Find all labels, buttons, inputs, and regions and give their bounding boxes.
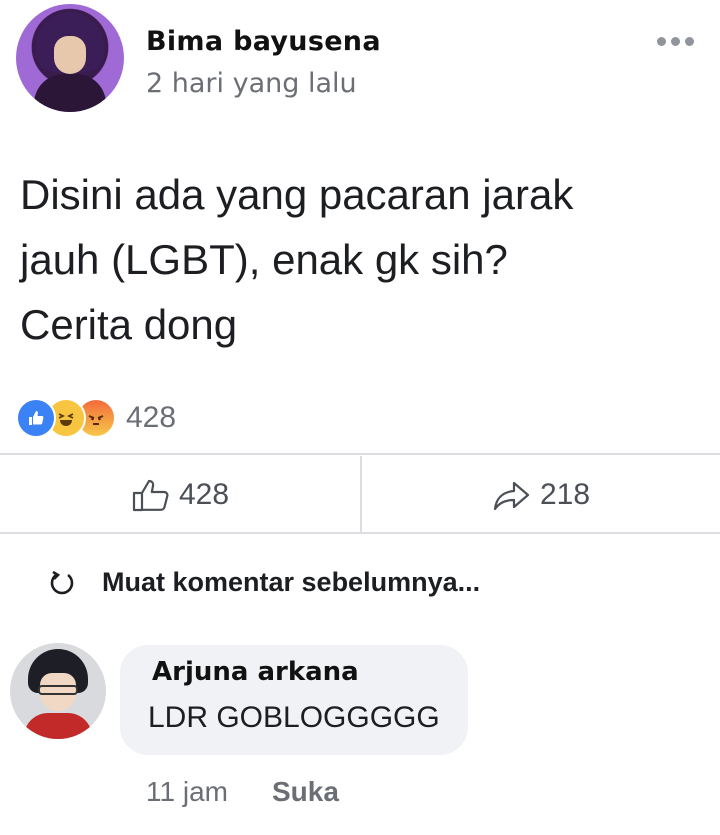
author-avatar[interactable]	[16, 4, 124, 112]
post-text-line: Cerita dong	[20, 301, 238, 348]
post-text: Disini ada yang pacaran jarak jauh (LGBT…	[20, 162, 710, 357]
comment-meta: 11 jam Suka	[146, 776, 339, 808]
action-bar: 428 218	[0, 456, 720, 534]
post-timestamp[interactable]: 2 hari yang lalu	[146, 68, 357, 99]
post-header: Bima bayusena 2 hari yang lalu	[0, 0, 720, 118]
reaction-count: 428	[126, 401, 177, 434]
post-text-line: jauh (LGBT), enak gk sih?	[20, 236, 508, 283]
commenter-avatar[interactable]	[10, 643, 106, 739]
like-count: 428	[178, 478, 230, 511]
thumbs-up-icon	[132, 479, 169, 512]
author-name[interactable]: Bima bayusena	[146, 26, 381, 57]
post-text-line: Disini ada yang pacaran jarak	[20, 171, 574, 218]
more-options-icon[interactable]	[657, 30, 699, 52]
share-arrow-icon	[493, 481, 530, 511]
load-previous-label: Muat komentar sebelumnya...	[102, 566, 481, 597]
like-icon	[16, 398, 56, 438]
comment-timestamp: 11 jam	[146, 776, 228, 807]
like-button[interactable]: 428	[0, 456, 360, 534]
load-previous-comments[interactable]: Muat komentar sebelumnya...	[48, 560, 480, 604]
refresh-icon	[50, 570, 74, 595]
comment-like-button[interactable]: Suka	[272, 776, 339, 808]
share-count: 218	[539, 478, 591, 511]
divider	[0, 453, 720, 455]
commenter-name[interactable]: Arjuna arkana	[152, 657, 359, 687]
share-button[interactable]: 218	[362, 456, 720, 534]
reaction-summary[interactable]: 428	[16, 398, 176, 438]
comment-text: LDR GOBLOGGGGG	[148, 701, 440, 734]
divider	[0, 532, 720, 534]
comment-bubble: Arjuna arkana LDR GOBLOGGGGG	[120, 645, 468, 755]
